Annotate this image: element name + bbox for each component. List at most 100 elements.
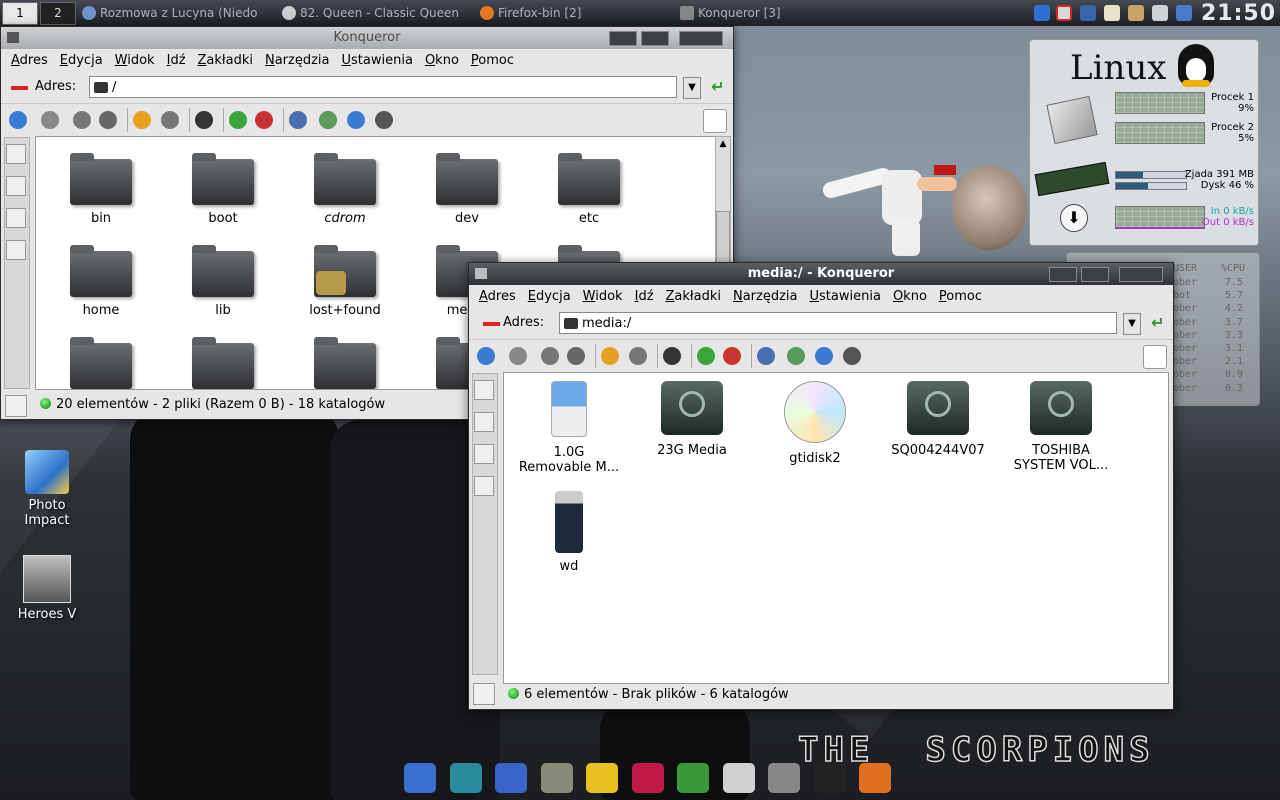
image-viewer-icon[interactable] bbox=[1128, 5, 1144, 21]
menu-item-1[interactable]: Edycja bbox=[60, 53, 103, 68]
up-icon[interactable] bbox=[541, 347, 559, 365]
desktop-icon-heroes-v[interactable]: Heroes V bbox=[12, 555, 82, 622]
folder-item[interactable]: boot bbox=[168, 153, 278, 226]
windows-icon[interactable] bbox=[677, 763, 709, 793]
folder-item[interactable] bbox=[46, 337, 156, 389]
tree-view-icon[interactable] bbox=[787, 347, 805, 365]
home-icon[interactable] bbox=[567, 347, 585, 365]
maximize-button[interactable] bbox=[641, 31, 669, 46]
icon-view-icon[interactable] bbox=[757, 347, 775, 365]
find-icon[interactable] bbox=[347, 111, 365, 129]
window-titlebar[interactable]: Konqueror bbox=[1, 27, 733, 49]
up-icon[interactable] bbox=[73, 111, 91, 129]
menu-item-6[interactable]: Ustawienia bbox=[810, 289, 881, 304]
menu-item-4[interactable]: Zakładki bbox=[666, 289, 721, 304]
media-item[interactable]: gtidisk2 bbox=[760, 381, 870, 466]
display-icon[interactable] bbox=[1080, 5, 1096, 21]
close-button[interactable] bbox=[679, 31, 723, 46]
forward-icon[interactable] bbox=[509, 347, 527, 365]
back-icon[interactable] bbox=[9, 111, 27, 129]
folder-item[interactable]: dev bbox=[412, 153, 522, 226]
network-tab-icon[interactable] bbox=[6, 208, 26, 228]
task-konqueror[interactable]: Konqueror [3] bbox=[680, 4, 870, 22]
download-arrow-icon[interactable] bbox=[1034, 5, 1050, 21]
menu-item-5[interactable]: Narzędzia bbox=[265, 53, 330, 68]
menu-item-7[interactable]: Okno bbox=[425, 53, 459, 68]
scroll-up-button[interactable]: ▲ bbox=[716, 137, 730, 151]
folder-item[interactable]: cdrom bbox=[290, 153, 400, 226]
menu-item-0[interactable]: Adres bbox=[479, 289, 516, 304]
minimize-button[interactable] bbox=[609, 31, 637, 46]
stop-icon[interactable] bbox=[161, 111, 179, 129]
ruby-icon[interactable] bbox=[631, 763, 664, 793]
zoom-out-icon[interactable] bbox=[255, 111, 273, 129]
tree-view-icon[interactable] bbox=[319, 111, 337, 129]
no-network-icon[interactable] bbox=[1056, 5, 1072, 21]
folder-item[interactable]: lost+found bbox=[290, 245, 400, 318]
address-input[interactable]: / bbox=[89, 76, 677, 98]
window-menu-icon[interactable] bbox=[475, 268, 487, 279]
home-icon[interactable] bbox=[99, 111, 117, 129]
menu-item-5[interactable]: Narzędzia bbox=[733, 289, 798, 304]
menu-item-8[interactable]: Pomoc bbox=[471, 53, 514, 68]
menu-item-1[interactable]: Edycja bbox=[528, 289, 571, 304]
menu-item-2[interactable]: Widok bbox=[115, 53, 155, 68]
print-icon[interactable] bbox=[663, 347, 681, 365]
desktop-1-button[interactable]: 1 bbox=[2, 2, 38, 25]
network-tab-icon[interactable] bbox=[474, 444, 494, 464]
media-item[interactable]: SQ004244V07 bbox=[883, 381, 993, 458]
home-tab-icon[interactable] bbox=[6, 144, 26, 164]
camera-icon[interactable] bbox=[768, 763, 800, 793]
zoom-in-icon[interactable] bbox=[229, 111, 247, 129]
zoom-out-icon[interactable] bbox=[723, 347, 741, 365]
zoom-in-icon[interactable] bbox=[697, 347, 715, 365]
menu-item-7[interactable]: Okno bbox=[893, 289, 927, 304]
clock[interactable]: 21:50 bbox=[1201, 1, 1276, 26]
folder-item[interactable]: home bbox=[46, 245, 156, 318]
folder-item[interactable] bbox=[168, 337, 278, 389]
home-tab-icon[interactable] bbox=[474, 380, 494, 400]
bookmarks-tab-icon[interactable] bbox=[6, 176, 26, 196]
go-icon[interactable]: ↵ bbox=[1151, 315, 1169, 331]
media-item[interactable]: 23G Media bbox=[637, 381, 747, 458]
home-icon[interactable] bbox=[540, 763, 573, 793]
task-kadu-chat[interactable]: Rozmowa z Lucyna (Niedo bbox=[82, 4, 277, 22]
menu-item-4[interactable]: Zakładki bbox=[198, 53, 253, 68]
desktop-icon-photo-impact[interactable]: Photo Impact bbox=[12, 450, 82, 528]
bookmarks-tab-icon[interactable] bbox=[474, 412, 494, 432]
media-item[interactable]: TOSHIBA SYSTEM VOL... bbox=[1006, 381, 1116, 473]
reload-icon[interactable] bbox=[601, 347, 619, 365]
menu-item-3[interactable]: Idź bbox=[167, 53, 186, 68]
speaker-icon[interactable] bbox=[722, 763, 755, 793]
menu-item-2[interactable]: Widok bbox=[583, 289, 623, 304]
desktop-2-button[interactable]: 2 bbox=[40, 2, 76, 25]
minimize-button[interactable] bbox=[1049, 267, 1077, 282]
menu-item-8[interactable]: Pomoc bbox=[939, 289, 982, 304]
clipboard-icon[interactable] bbox=[1104, 5, 1120, 21]
terminal-icon[interactable] bbox=[813, 763, 846, 793]
clear-address-icon[interactable] bbox=[11, 86, 28, 90]
root-folder-tab-icon[interactable] bbox=[474, 476, 494, 496]
task-firefox[interactable]: Firefox-bin [2] bbox=[480, 4, 670, 22]
task-audio-player[interactable]: 82. Queen - Classic Queen bbox=[282, 4, 474, 22]
kde-menu-icon[interactable] bbox=[404, 763, 436, 793]
network-icon[interactable] bbox=[449, 763, 482, 793]
menu-item-0[interactable]: Adres bbox=[11, 53, 48, 68]
menu-item-3[interactable]: Idź bbox=[635, 289, 654, 304]
root-folder-tab-icon[interactable] bbox=[6, 240, 26, 260]
clear-address-icon[interactable] bbox=[483, 322, 500, 326]
back-icon[interactable] bbox=[477, 347, 495, 365]
icon-view-icon[interactable] bbox=[289, 111, 307, 129]
address-dropdown-button[interactable]: ▼ bbox=[1123, 313, 1141, 335]
reload-icon[interactable] bbox=[133, 111, 151, 129]
media-item[interactable]: wd bbox=[514, 491, 624, 574]
trash-icon[interactable] bbox=[375, 111, 393, 129]
address-input[interactable]: media:/ bbox=[559, 312, 1117, 334]
sidebar-toggle-button[interactable] bbox=[5, 395, 27, 417]
menu-item-6[interactable]: Ustawienia bbox=[342, 53, 413, 68]
close-button[interactable] bbox=[1119, 267, 1163, 282]
maximize-button[interactable] bbox=[1081, 267, 1109, 282]
go-icon[interactable]: ↵ bbox=[711, 79, 729, 95]
weather-icon[interactable] bbox=[586, 763, 618, 793]
folder-item[interactable]: bin bbox=[46, 153, 156, 226]
